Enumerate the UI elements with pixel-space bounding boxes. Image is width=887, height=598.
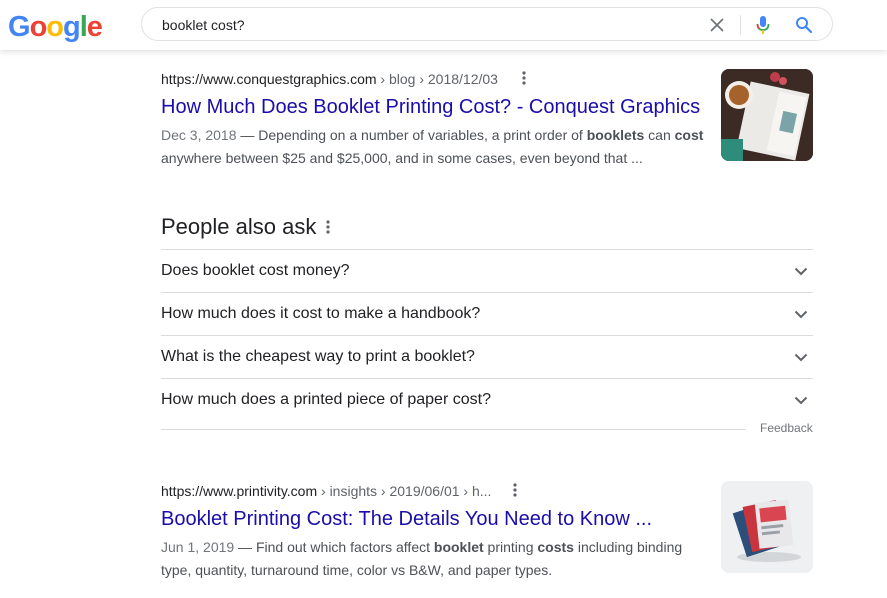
snippet-text: printing: [483, 539, 538, 556]
snippet-highlight: cost: [674, 127, 704, 144]
chevron-down-icon: [793, 306, 809, 322]
logo-letter: l: [79, 11, 88, 43]
snippet-text: — Depending on a number of variables, a …: [236, 127, 587, 144]
search-result: https://www.printivity.com › insights › …: [161, 481, 711, 582]
result-date: Jun 1, 2019: [161, 539, 235, 556]
more-options-icon[interactable]: [326, 220, 330, 239]
snippet-highlight: costs: [537, 539, 574, 556]
microphone-icon: [756, 16, 770, 34]
result-domain: https://www.printivity.com: [161, 483, 318, 499]
logo-letter: o: [46, 11, 64, 43]
search-divider: [740, 15, 741, 35]
paa-question[interactable]: How much does it cost to make a handbook…: [161, 292, 813, 335]
result-snippet: Dec 3, 2018 — Depending on a number of v…: [161, 124, 711, 170]
voice-search-button[interactable]: [751, 13, 775, 37]
more-options-icon[interactable]: [522, 70, 526, 90]
snippet-text: anywhere between $25 and $25,000, and in…: [161, 150, 643, 167]
paa-question[interactable]: How much does a printed piece of paper c…: [161, 378, 813, 421]
snippet-text: — Find out which factors affect: [234, 539, 434, 556]
paa-question[interactable]: Does booklet cost money?: [161, 249, 813, 292]
paa-divider: [161, 429, 746, 430]
logo-letter: o: [29, 11, 48, 43]
chevron-down-icon: [793, 392, 809, 408]
booklet-stack-image: [721, 481, 813, 573]
result-domain: https://www.conquestgraphics.com: [161, 71, 377, 87]
result-title-link[interactable]: How Much Does Booklet Printing Cost? - C…: [161, 94, 711, 120]
google-logo[interactable]: Google: [8, 11, 103, 44]
result-url[interactable]: https://www.printivity.com › insights › …: [161, 481, 711, 502]
people-also-ask-list: Does booklet cost money? How much does i…: [161, 249, 813, 421]
result-breadcrumb: › insights › 2019/06/01 › h...: [317, 483, 492, 499]
search-result: https://www.conquestgraphics.com › blog …: [161, 69, 711, 170]
more-options-icon[interactable]: [513, 482, 517, 502]
result-thumbnail[interactable]: [721, 481, 813, 573]
search-input[interactable]: [162, 15, 682, 35]
snippet-text: including binding: [573, 539, 683, 556]
paa-question-text: What is the cheapest way to print a book…: [161, 348, 475, 365]
snippet-highlight: booklet: [433, 539, 484, 556]
snippet-highlight: booklets: [586, 127, 645, 144]
paa-question-text: Does booklet cost money?: [161, 262, 350, 279]
paa-question-text: How much does a printed piece of paper c…: [161, 391, 491, 408]
feedback-link[interactable]: Feedback: [760, 421, 813, 435]
result-breadcrumb: › blog › 2018/12/03: [376, 71, 498, 87]
snippet-text: can: [644, 127, 675, 144]
search-box: [141, 7, 833, 41]
snippet-text: type, quantity, turnaround time, color v…: [161, 562, 553, 579]
logo-letter: G: [8, 11, 31, 43]
result-snippet: Jun 1, 2019 — Find out which factors aff…: [161, 536, 711, 582]
result-url[interactable]: https://www.conquestgraphics.com › blog …: [161, 69, 711, 90]
booklet-photo-image: [721, 69, 813, 161]
search-button[interactable]: [792, 13, 816, 37]
paa-question[interactable]: What is the cheapest way to print a book…: [161, 335, 813, 378]
result-date: Dec 3, 2018: [161, 127, 237, 144]
logo-letter: g: [63, 11, 81, 43]
result-title-link[interactable]: Booklet Printing Cost: The Details You N…: [161, 506, 711, 532]
people-also-ask-heading: People also ask: [161, 214, 317, 239]
logo-letter: e: [86, 11, 103, 43]
result-thumbnail[interactable]: [721, 69, 813, 161]
clear-button[interactable]: [705, 13, 729, 37]
paa-question-text: How much does it cost to make a handbook…: [161, 305, 481, 322]
search-icon: [796, 17, 813, 34]
close-icon: [710, 18, 724, 32]
chevron-down-icon: [793, 349, 809, 365]
search-header: Google: [0, 0, 887, 50]
chevron-down-icon: [793, 263, 809, 279]
